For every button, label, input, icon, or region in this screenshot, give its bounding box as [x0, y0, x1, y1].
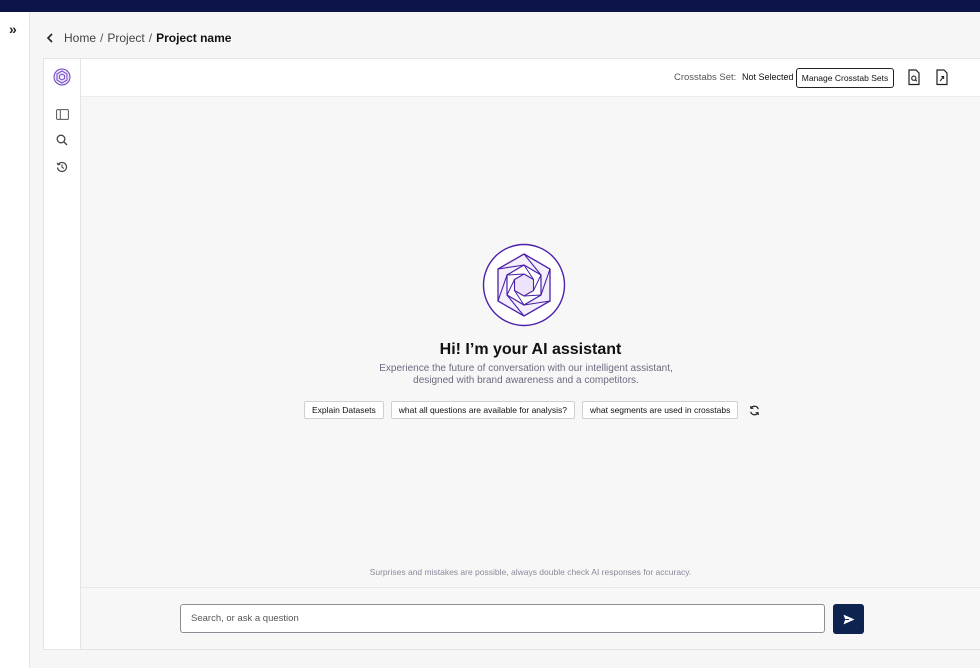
- history-icon[interactable]: [53, 158, 71, 176]
- crosstabs-set-label: Crosstabs Set:: [674, 72, 737, 83]
- breadcrumb-current: Project name: [156, 31, 232, 45]
- suggestion-chips: Explain Datasets what all questions are …: [304, 401, 761, 419]
- assistant-panel: Crosstabs Set: Not Selected Manage Cross…: [43, 58, 980, 650]
- assistant-logo-icon: [53, 68, 71, 86]
- document-search-icon[interactable]: [907, 69, 921, 86]
- assistant-logo-icon: [482, 243, 566, 327]
- sidebar-panel-icon[interactable]: [53, 105, 71, 123]
- breadcrumb-home[interactable]: Home: [64, 31, 96, 45]
- breadcrumb-separator: /: [100, 31, 104, 45]
- assistant-sidebar: [44, 59, 81, 649]
- breadcrumb: Home / Project / Project name: [44, 30, 231, 46]
- suggestion-chip-explain-datasets[interactable]: Explain Datasets: [304, 401, 384, 419]
- expand-sidebar-icon[interactable]: »: [9, 22, 17, 36]
- subtitle-line: designed with brand awareness and a comp…: [413, 375, 639, 386]
- send-icon: [843, 614, 854, 624]
- top-app-bar: [0, 0, 980, 12]
- input-bar: [81, 587, 980, 649]
- left-rail: »: [0, 12, 30, 668]
- suggestion-chip-segments-crosstabs[interactable]: what segments are used in crosstabs: [582, 401, 739, 419]
- question-input[interactable]: [180, 604, 825, 633]
- manage-crosstab-sets-button[interactable]: Manage Crosstab Sets: [796, 68, 894, 88]
- breadcrumb-project[interactable]: Project: [107, 31, 144, 45]
- suggestion-chip-questions-available[interactable]: what all questions are available for ana…: [390, 401, 576, 419]
- subtitle-line: Experience the future of conversation wi…: [379, 363, 673, 374]
- assistant-subtitle: Experience the future of conversation wi…: [361, 363, 691, 387]
- document-export-icon[interactable]: [935, 69, 949, 86]
- refresh-suggestions-icon[interactable]: [747, 403, 761, 417]
- crosstabs-set-value: Not Selected: [742, 72, 794, 82]
- conversation-area: Hi! I’m your AI assistant Experience the…: [81, 97, 980, 587]
- ai-disclaimer: Surprises and mistakes are possible, alw…: [369, 567, 692, 577]
- breadcrumb-separator: /: [148, 31, 153, 45]
- send-button[interactable]: [833, 604, 864, 634]
- back-arrow-icon[interactable]: [44, 31, 56, 45]
- assistant-header: Crosstabs Set: Not Selected Manage Cross…: [81, 59, 980, 97]
- search-icon[interactable]: [53, 131, 71, 149]
- assistant-greeting: Hi! I’m your AI assistant: [439, 341, 622, 358]
